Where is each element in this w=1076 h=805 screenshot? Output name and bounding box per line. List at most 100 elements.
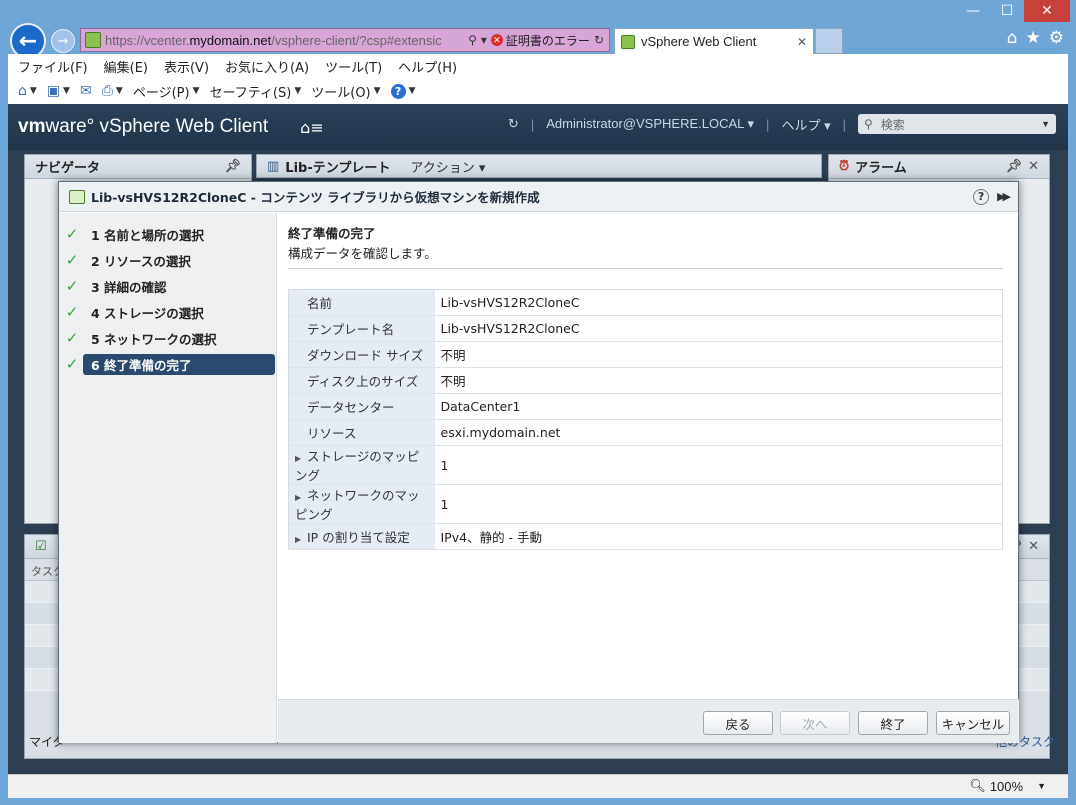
print-command[interactable]: ⎙ ▼ bbox=[102, 83, 123, 99]
step-label: 1 名前と場所の選択 bbox=[91, 227, 205, 243]
mail-command[interactable]: ✉ bbox=[80, 83, 92, 99]
feeds-command[interactable]: ▣ ▼ bbox=[47, 83, 70, 99]
help-menu[interactable]: ? ▼ bbox=[390, 83, 416, 99]
close-icon[interactable]: ✕ bbox=[1028, 539, 1039, 554]
home-icon[interactable]: ⌂ bbox=[1007, 28, 1018, 48]
help-label: ヘルプ bbox=[781, 117, 821, 133]
expand-triangle-icon[interactable]: ▶ bbox=[295, 535, 307, 544]
search-placeholder: 検索 bbox=[880, 117, 905, 132]
wizard-content: 終了準備の完了 構成データを確認します。 名前 Lib-vsHVS12R2Clon… bbox=[278, 213, 1019, 699]
browser-nav-row: ← → https://vcenter.mydomain.net/vsphere… bbox=[0, 22, 1076, 59]
back-button[interactable]: 戻る bbox=[703, 711, 773, 735]
chevron-down-icon: ▼ bbox=[408, 86, 416, 96]
expand-triangle-icon[interactable]: ▶ bbox=[295, 493, 307, 502]
tab-close-icon[interactable]: ✕ bbox=[797, 35, 807, 49]
summary-row-expandable[interactable]: ▶ IP の割り当て設定 IPv4、静的 - 手動 bbox=[288, 523, 1003, 550]
chevron-down-icon: ▼ bbox=[373, 86, 381, 96]
certificate-error[interactable]: ✕ 証明書のエラー bbox=[490, 32, 590, 49]
step-label: 2 リソースの選択 bbox=[91, 253, 191, 269]
alarm-title: アラーム bbox=[855, 161, 907, 176]
dropdown-arrow-icon[interactable]: ▾ bbox=[481, 33, 487, 47]
summary-key-cell[interactable]: ▶ ストレージのマッピング bbox=[288, 445, 435, 485]
home-command[interactable]: ⌂ ▼ bbox=[18, 83, 37, 99]
separator: | bbox=[530, 116, 535, 132]
help-icon[interactable]: ? bbox=[973, 188, 990, 205]
browser-command-bar: ⌂ ▼ ▣ ▼ ✉ ⎙ ▼ ページ(P) ▼ セーフティ(S) ▼ ツール(O) ▼ ? ▼ bbox=[8, 78, 1068, 104]
star-icon[interactable]: ★ bbox=[1026, 28, 1041, 48]
tab-favicon-icon bbox=[621, 34, 635, 49]
step-label: 6 終了準備の完了 bbox=[83, 353, 275, 375]
forward-button[interactable]: → bbox=[51, 29, 75, 53]
refresh-icon[interactable]: ↻ bbox=[594, 33, 604, 47]
tools-menu[interactable]: ツール(O) ▼ bbox=[311, 82, 380, 101]
menu-file[interactable]: ファイル(F) bbox=[18, 57, 88, 76]
wizard-step-2[interactable]: ✓ 2 リソースの選択 bbox=[59, 247, 276, 273]
zoom-level: 100% bbox=[989, 778, 1024, 794]
pin-icon[interactable]: 📌︎ bbox=[1006, 159, 1023, 174]
wizard-step-6[interactable]: ✓ 6 終了準備の完了 bbox=[59, 351, 276, 377]
separator: | bbox=[842, 116, 846, 132]
cancel-button[interactable]: キャンセル bbox=[936, 711, 1010, 735]
check-icon: ✓ bbox=[65, 251, 79, 269]
center-title: Lib-テンプレート bbox=[285, 160, 391, 176]
check-icon: ✓ bbox=[65, 225, 79, 243]
tools-menu-label: ツール(O) bbox=[311, 85, 371, 101]
search-icon[interactable]: ⚲ bbox=[468, 33, 477, 47]
minimize-button[interactable]: — bbox=[956, 0, 990, 22]
arrow-right-icon: → bbox=[57, 33, 69, 49]
menu-edit[interactable]: 編集(E) bbox=[104, 57, 148, 76]
wizard-step-5[interactable]: ✓ 5 ネットワークの選択 bbox=[59, 325, 276, 351]
address-bar[interactable]: https://vcenter.mydomain.net/vsphere-cli… bbox=[80, 28, 610, 52]
summary-row-expandable[interactable]: ▶ ストレージのマッピング 1 bbox=[288, 445, 1003, 485]
menu-tools[interactable]: ツール(T) bbox=[325, 57, 382, 76]
wizard-step-3[interactable]: ✓ 3 詳細の確認 bbox=[59, 273, 276, 299]
home-icon: ⌂ bbox=[18, 83, 27, 99]
finish-button[interactable]: 終了 bbox=[858, 711, 928, 735]
summary-key: 名前 bbox=[288, 289, 435, 316]
dialog-title: Lib-vsHVS12R2CloneC - コンテンツ ライブラリから仮想マシン… bbox=[91, 190, 540, 205]
new-tab-button[interactable] bbox=[815, 28, 843, 54]
rss-icon: ▣ bbox=[46, 83, 61, 99]
alarm-header: ⏰︎ アラーム 📌︎ ✕ bbox=[829, 155, 1049, 179]
chevron-down-icon: ▼ bbox=[115, 86, 123, 96]
wizard-step-4[interactable]: ✓ 4 ストレージの選択 bbox=[59, 299, 276, 325]
gear-icon[interactable]: ⚙ bbox=[1049, 28, 1064, 48]
page-menu[interactable]: ページ(P) ▼ bbox=[133, 82, 200, 101]
wizard-step-1[interactable]: ✓ 1 名前と場所の選択 bbox=[59, 221, 276, 247]
home-menu-icon[interactable]: ⌂≡ bbox=[300, 118, 324, 137]
menu-help[interactable]: ヘルプ(H) bbox=[398, 57, 457, 76]
summary-key-cell[interactable]: ▶ ネットワークのマッピング bbox=[288, 484, 435, 524]
zoom-control[interactable]: 🔍︎ 100% ▼ bbox=[969, 778, 1046, 794]
expand-triangle-icon[interactable]: ▶ bbox=[295, 454, 307, 463]
url-text[interactable]: https://vcenter.mydomain.net/vsphere-cli… bbox=[105, 33, 468, 48]
header-right: ↻ | Administrator@VSPHERE.LOCAL ▾ | ヘルプ … bbox=[508, 114, 1056, 134]
search-input[interactable]: ⚲ 検索 ▼ bbox=[858, 114, 1056, 134]
close-icon[interactable]: ✕ bbox=[1028, 159, 1039, 174]
dialog-title-bar: Lib-vsHVS12R2CloneC - コンテンツ ライブラリから仮想マシン… bbox=[59, 182, 1018, 212]
user-menu[interactable]: Administrator@VSPHERE.LOCAL ▾ bbox=[546, 116, 754, 132]
summary-row-expandable[interactable]: ▶ ネットワークのマッピング 1 bbox=[288, 484, 1003, 524]
expand-icon[interactable]: ▶▶ bbox=[997, 190, 1011, 203]
chevron-down-icon: ▾ bbox=[824, 117, 831, 133]
summary-value: Lib-vsHVS12R2CloneC bbox=[434, 315, 1003, 342]
next-button[interactable]: 次へ bbox=[780, 711, 850, 735]
summary-row: 名前 Lib-vsHVS12R2CloneC bbox=[288, 289, 1003, 316]
browser-tab-active[interactable]: vSphere Web Client ✕ bbox=[614, 28, 814, 54]
menu-view[interactable]: 表示(V) bbox=[164, 57, 209, 76]
help-icon: ? bbox=[390, 83, 406, 99]
vsphere-header: vmware° vSphere Web Client ⌂≡ ↻ | Admini… bbox=[8, 104, 1068, 150]
chevron-down-icon[interactable]: ▼ bbox=[1041, 119, 1050, 129]
tasks-clipboard-icon: ☑ bbox=[35, 539, 47, 554]
summary-key: ダウンロード サイズ bbox=[288, 341, 435, 368]
menu-favorites[interactable]: お気に入り(A) bbox=[225, 57, 309, 76]
pin-icon[interactable]: 📌︎ bbox=[224, 159, 241, 174]
refresh-icon[interactable]: ↻ bbox=[508, 116, 519, 132]
actions-menu[interactable]: アクション ▾ bbox=[410, 157, 485, 176]
restore-button[interactable]: ☐ bbox=[990, 0, 1024, 22]
safety-menu[interactable]: セーフティ(S) ▼ bbox=[209, 82, 301, 101]
summary-key-cell[interactable]: ▶ IP の割り当て設定 bbox=[288, 523, 435, 550]
summary-key: IP の割り当て設定 bbox=[307, 530, 410, 545]
summary-value: 1 bbox=[434, 484, 1003, 524]
help-menu-vsphere[interactable]: ヘルプ ▾ bbox=[781, 115, 830, 134]
close-button[interactable]: ✕ bbox=[1024, 0, 1070, 22]
